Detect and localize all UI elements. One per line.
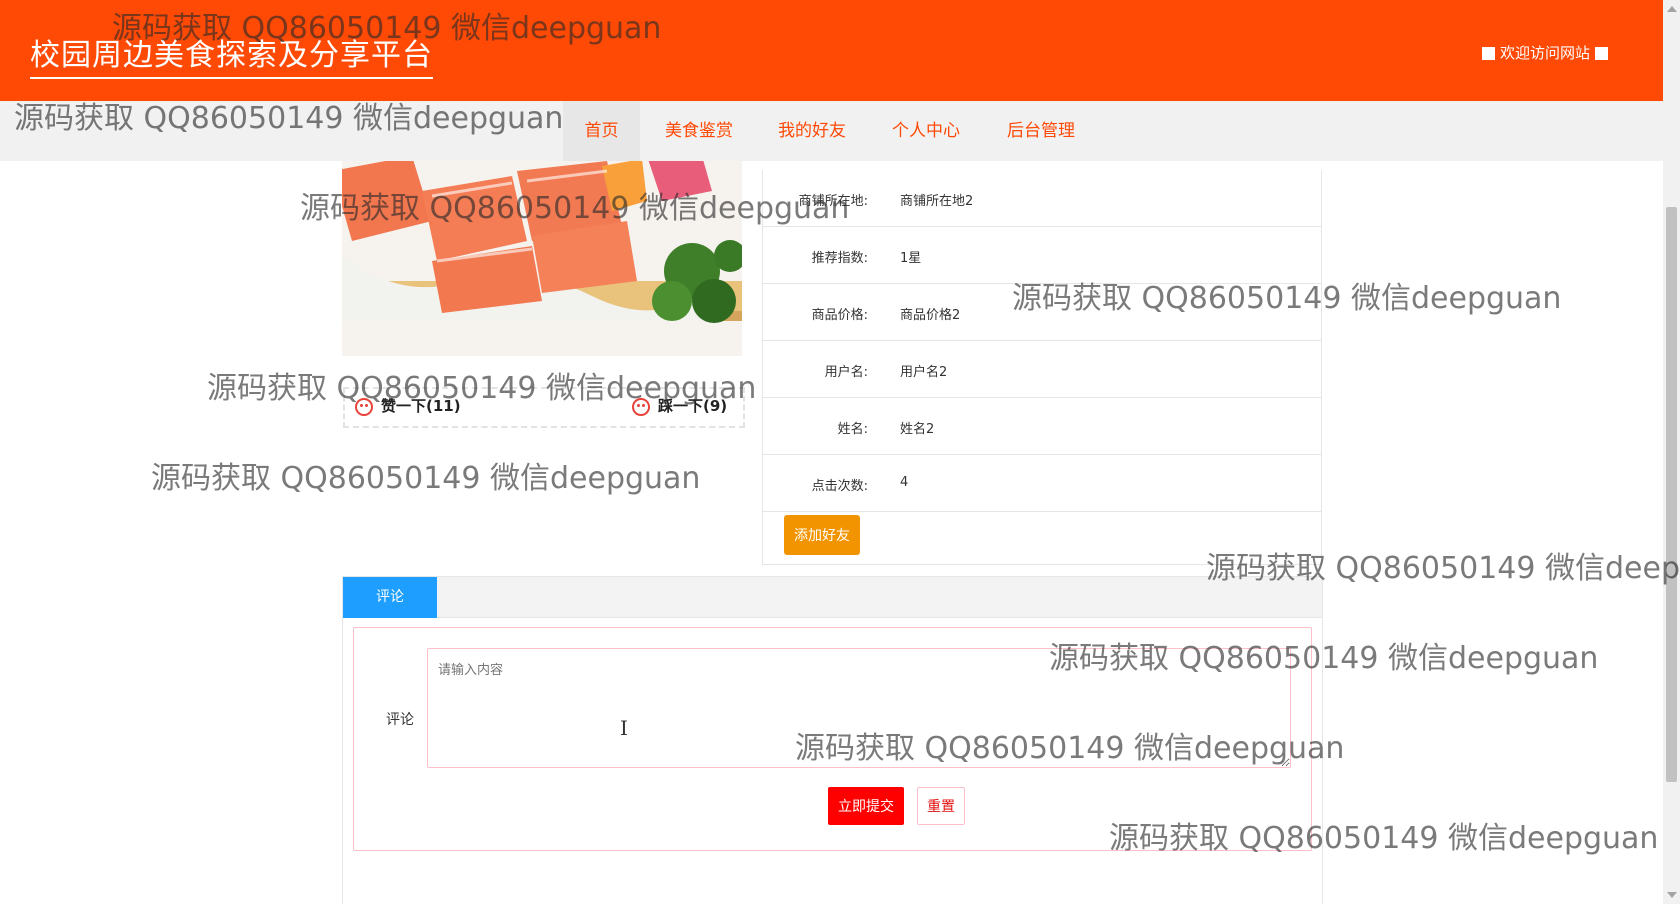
vote-box: 赞一下(11) 踩一下(9) [343,387,745,428]
page-scrollbar[interactable] [1663,0,1680,904]
detail-label: 姓名: [837,422,868,437]
detail-value: 姓名2 [900,422,935,437]
frown-icon [632,398,650,416]
detail-row-price: 商品价格: 商品价格2 [763,284,1321,341]
food-detail-table: 商铺所在地: 商铺所在地2 推荐指数: 1星 商品价格: 商品价格2 用户名: … [762,170,1322,565]
detail-value: 用户名2 [900,365,948,380]
welcome-text: 欢迎访问网站 [1499,44,1590,62]
nav-item-my-friends[interactable]: 我的好友 [769,101,855,161]
dislike-button[interactable]: 踩一下(9) [632,395,727,416]
smile-icon [355,398,373,416]
detail-row-click-count: 点击次数: 4 [763,455,1321,512]
submit-button[interactable]: 立即提交 [828,787,904,825]
site-title: 校园周边美食探索及分享平台 [30,30,433,79]
detail-row-recommend-index: 推荐指数: 1星 [763,227,1321,284]
reset-button[interactable]: 重置 [917,787,965,825]
detail-row-shop-location: 商铺所在地: 商铺所在地2 [763,170,1321,227]
like-label: 赞一下(11) [381,397,461,415]
detail-row-name: 姓名: 姓名2 [763,398,1321,455]
detail-label: 用户名: [824,365,868,380]
detail-row-username: 用户名: 用户名2 [763,341,1321,398]
welcome-message: 欢迎访问网站 [1477,42,1613,63]
detail-label: 商品价格: [811,308,868,323]
comment-input[interactable] [427,648,1291,768]
nav-item-home[interactable]: 首页 [563,101,640,161]
nav-item-food-appreciation[interactable]: 美食鉴赏 [656,101,742,161]
comment-form: 评论 立即提交 重置 [353,627,1312,851]
food-image [342,161,742,356]
detail-value: 商铺所在地2 [900,194,974,209]
main-nav: 首页 美食鉴赏 我的好友 个人中心 后台管理 [0,101,1663,161]
nav-item-admin[interactable]: 后台管理 [998,101,1084,161]
watermark: 源码获取 QQ86050149 微信deepguan [151,461,701,496]
tab-bar: 评论 [342,576,1323,618]
tab-comment[interactable]: 评论 [343,577,437,618]
add-friend-button[interactable]: 添加好友 [784,515,860,555]
square-icon [1481,47,1495,60]
detail-label: 推荐指数: [811,251,868,266]
detail-value: 1星 [900,251,922,266]
square-icon [1595,47,1608,60]
dislike-label: 踩一下(9) [658,397,728,415]
detail-label: 点击次数: [811,479,868,494]
scroll-up-icon[interactable] [1667,6,1677,12]
nav-item-personal-center[interactable]: 个人中心 [883,101,969,161]
scroll-down-icon[interactable] [1667,892,1677,898]
comment-panel: 评论 立即提交 重置 [342,617,1323,904]
site-header: 校园周边美食探索及分享平台 欢迎访问网站 [0,0,1663,101]
comment-field-label: 评论 [386,712,414,728]
like-button[interactable]: 赞一下(11) [355,395,461,416]
detail-label: 商铺所在地: [798,194,868,209]
detail-value: 4 [900,475,909,490]
text-cursor-icon: I [620,716,628,740]
salmon-sashimi-image [342,161,742,356]
scrollbar-thumb[interactable] [1666,207,1677,782]
detail-value: 商品价格2 [900,308,961,323]
